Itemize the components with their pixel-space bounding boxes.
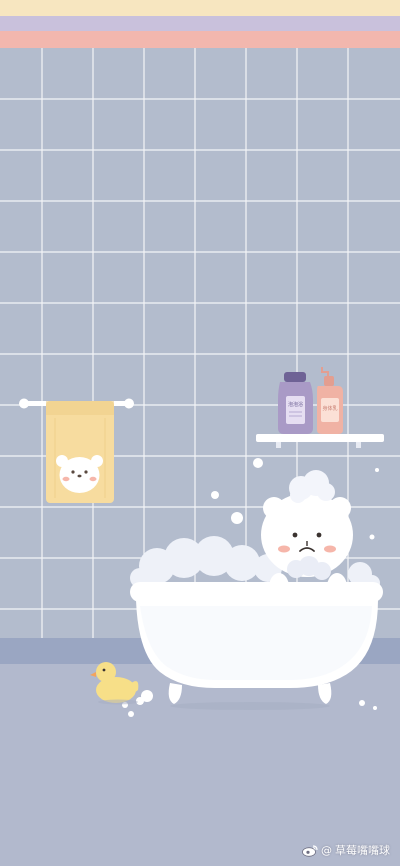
- floor: [0, 664, 400, 866]
- weibo-watermark: @ 草莓嘴嘴球: [302, 842, 390, 858]
- stripe-lavender: [0, 16, 400, 31]
- pink-bottle-label: 身体乳: [322, 405, 337, 412]
- stripe-cream: [0, 0, 400, 16]
- stripe-peach: [0, 31, 400, 48]
- weibo-logo-icon: [302, 844, 318, 857]
- watermark-text: 草莓嘴嘴球: [335, 844, 390, 857]
- bathroom-scene: 泡泡浴 身体乳: [0, 0, 400, 866]
- watermark-prefix: @: [321, 843, 332, 857]
- purple-bottle-label: 泡泡浴: [288, 401, 303, 408]
- towel: [46, 401, 114, 503]
